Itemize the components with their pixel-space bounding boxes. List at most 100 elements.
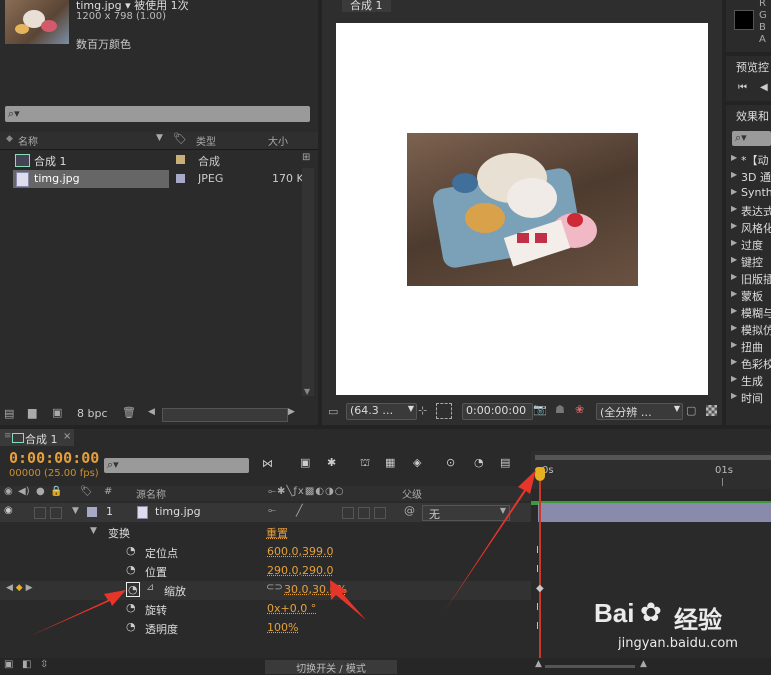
expand-triangle-icon[interactable]: ▼ — [72, 506, 79, 516]
effects-category[interactable]: ▶ 过度 — [726, 236, 771, 253]
flowchart-icon[interactable]: ⊞ — [302, 152, 310, 163]
quality-switch-icon[interactable]: ╱ — [296, 504, 303, 517]
trash-icon[interactable]: 🗑 — [122, 406, 136, 419]
label-tag-icon[interactable]: 🏷 — [80, 486, 93, 497]
horizontal-scrollbar[interactable] — [162, 408, 288, 422]
keyframe-i-beam[interactable]: I — [536, 602, 539, 613]
property-value[interactable]: 0x+0.0 ° — [267, 602, 316, 615]
viewer-tab[interactable]: 合成 1 — [342, 0, 391, 12]
property-value[interactable]: 600.0,399.0 — [267, 545, 333, 558]
effects-category[interactable]: ▶ Synth — [726, 185, 771, 202]
property-value[interactable]: 100% — [267, 621, 298, 634]
effects-category[interactable]: ▶ 色彩校 — [726, 355, 771, 372]
in-out-icon[interactable]: ⇳ — [40, 659, 48, 670]
playhead-handle[interactable] — [535, 467, 545, 481]
project-scrollbar[interactable]: ▼ — [302, 168, 314, 396]
sort-arrow-icon[interactable]: ▼ — [156, 133, 163, 143]
zoom-dropdown[interactable]: (64.3 … ▼ — [346, 403, 417, 420]
property-row[interactable]: ◔ 旋转 0x+0.0 ° — [0, 600, 531, 619]
list-item[interactable]: timg.jpg JPEG 170 K — [0, 170, 304, 188]
frame-blending-icon[interactable]: ⛫ — [360, 456, 370, 471]
column-type[interactable]: 类型 — [196, 133, 216, 148]
effects-category[interactable]: ▶ 模糊与 — [726, 304, 771, 321]
fast-preview-icon[interactable]: ▢ — [686, 404, 696, 417]
new-composition-icon[interactable]: ▣ — [52, 406, 62, 419]
stopwatch-icon[interactable]: ◔ — [126, 601, 136, 614]
visibility-icon[interactable]: ◉ — [4, 505, 13, 516]
work-area-bar[interactable] — [535, 455, 771, 460]
color-channels-icon[interactable]: ❀ — [575, 403, 584, 416]
keyframe-navigator[interactable]: ◀ ◆ ▶ — [6, 583, 33, 593]
expand-triangle-icon[interactable]: ▶ — [731, 374, 737, 383]
first-frame-icon[interactable]: ⏮ — [738, 82, 747, 93]
resolution-dropdown[interactable]: (全分辨 … ▼ — [596, 403, 683, 420]
expand-triangle-icon[interactable]: ▶ — [731, 255, 737, 264]
project-search-input[interactable]: ⌕▾ — [5, 106, 310, 122]
new-folder-icon[interactable]: ▆ — [28, 406, 36, 419]
effects-category[interactable]: ▶ 风格化 — [726, 219, 771, 236]
effects-category[interactable]: ▶ 生成 — [726, 372, 771, 389]
effects-category[interactable]: ▶ 扭曲 — [726, 338, 771, 355]
transparency-grid-icon[interactable] — [706, 405, 717, 416]
expand-triangle-icon[interactable]: ▶ — [731, 289, 737, 298]
effects-category[interactable]: ▶ 3D 通 — [726, 168, 771, 185]
column-name[interactable]: 名称 — [18, 133, 38, 148]
eye-icon[interactable]: ◉ — [4, 486, 13, 497]
layer-duration-bar[interactable] — [538, 503, 771, 522]
expand-triangle-icon[interactable]: ▶ — [731, 323, 737, 332]
live-update-icon[interactable]: ▤ — [500, 456, 510, 469]
pickwhip-icon[interactable]: @ — [404, 504, 415, 517]
constrain-proportions-icon[interactable]: ⊂⊃ — [266, 582, 283, 593]
effects-search-input[interactable]: ⌕▾ — [732, 131, 771, 146]
property-row[interactable]: ◔ ◀ ◆ ▶ ⊿ ⊂⊃ 缩放 30.0,30.0% — [0, 581, 531, 600]
effects-category[interactable]: ▶ 时间 — [726, 389, 771, 406]
effects-title[interactable]: 效果和 — [736, 108, 769, 124]
close-icon[interactable]: × — [63, 431, 71, 442]
scroll-left-icon[interactable]: ◀ — [148, 407, 155, 417]
timeline-search-input[interactable]: ⌕▾ — [104, 458, 249, 473]
effects-category[interactable]: ▶ 键控 — [726, 253, 771, 270]
safe-zones-icon[interactable]: ⊹ — [418, 404, 427, 417]
shy-layers-icon[interactable]: ✱ — [327, 456, 336, 469]
expand-triangle-icon[interactable]: ▶ — [731, 238, 737, 247]
region-of-interest-icon[interactable] — [436, 403, 452, 419]
label-swatch[interactable] — [176, 155, 185, 164]
keyframe-i-beam[interactable]: I — [536, 621, 539, 632]
expand-triangle-icon[interactable]: ▶ — [731, 391, 737, 400]
expand-triangle-icon[interactable]: ▶ — [731, 204, 737, 213]
timeline-tab[interactable]: ≡ 合成 1 × — [0, 429, 74, 446]
expand-triangle-icon[interactable]: ▶ — [731, 187, 737, 196]
scroll-right-icon[interactable]: ▶ — [288, 407, 295, 417]
prev-frame-icon[interactable]: ◀ — [760, 82, 768, 93]
graph-editor-icon[interactable]: ⊙ — [446, 456, 455, 469]
expand-triangle-icon[interactable]: ▶ — [731, 170, 737, 179]
bpc-button[interactable]: 8 bpc — [77, 407, 108, 420]
effects-category[interactable]: ▶ 模拟仿 — [726, 321, 771, 338]
interpret-footage-icon[interactable]: ▤ — [4, 407, 14, 420]
reset-link[interactable]: 重置 — [266, 525, 288, 541]
stopwatch-icon[interactable]: ◔ — [126, 620, 136, 633]
expand-triangle-icon[interactable]: ▶ — [731, 153, 737, 162]
preview-title[interactable]: 预览控 — [736, 59, 769, 75]
effects-category[interactable]: ▶ 蒙板 — [726, 287, 771, 304]
expand-triangle-icon[interactable]: ▶ — [731, 357, 737, 366]
expand-layer-icon[interactable]: ▣ — [4, 659, 13, 670]
expand-triangle-icon[interactable]: ▼ — [90, 526, 97, 536]
layer-name[interactable]: timg.jpg — [155, 505, 201, 518]
stopwatch-icon[interactable]: ◔ — [126, 582, 140, 597]
snapshot-icon[interactable]: ▭ — [328, 405, 338, 418]
property-value[interactable]: 30.0,30.0% — [284, 583, 347, 596]
column-source[interactable]: 源名称 — [136, 486, 166, 501]
menu-icon[interactable]: ≡ — [4, 431, 12, 441]
property-value[interactable]: 290.0,290.0 — [267, 564, 333, 577]
expand-triangle-icon[interactable]: ▶ — [731, 221, 737, 230]
label-swatch[interactable] — [87, 507, 97, 517]
comp-mini-flowchart-icon[interactable]: ⋈ — [262, 457, 273, 470]
audio-icon[interactable]: ◀) — [18, 486, 30, 497]
expand-triangle-icon[interactable]: ▶ — [731, 340, 737, 349]
motion-blur-icon[interactable]: ▦ — [385, 456, 395, 469]
graph-icon[interactable]: ⊿ — [146, 582, 154, 593]
show-channel-icon[interactable]: ☗ — [555, 403, 565, 416]
solo-icon[interactable]: ● — [36, 486, 45, 497]
time-ruler[interactable]: 0s 01s — [531, 451, 771, 505]
